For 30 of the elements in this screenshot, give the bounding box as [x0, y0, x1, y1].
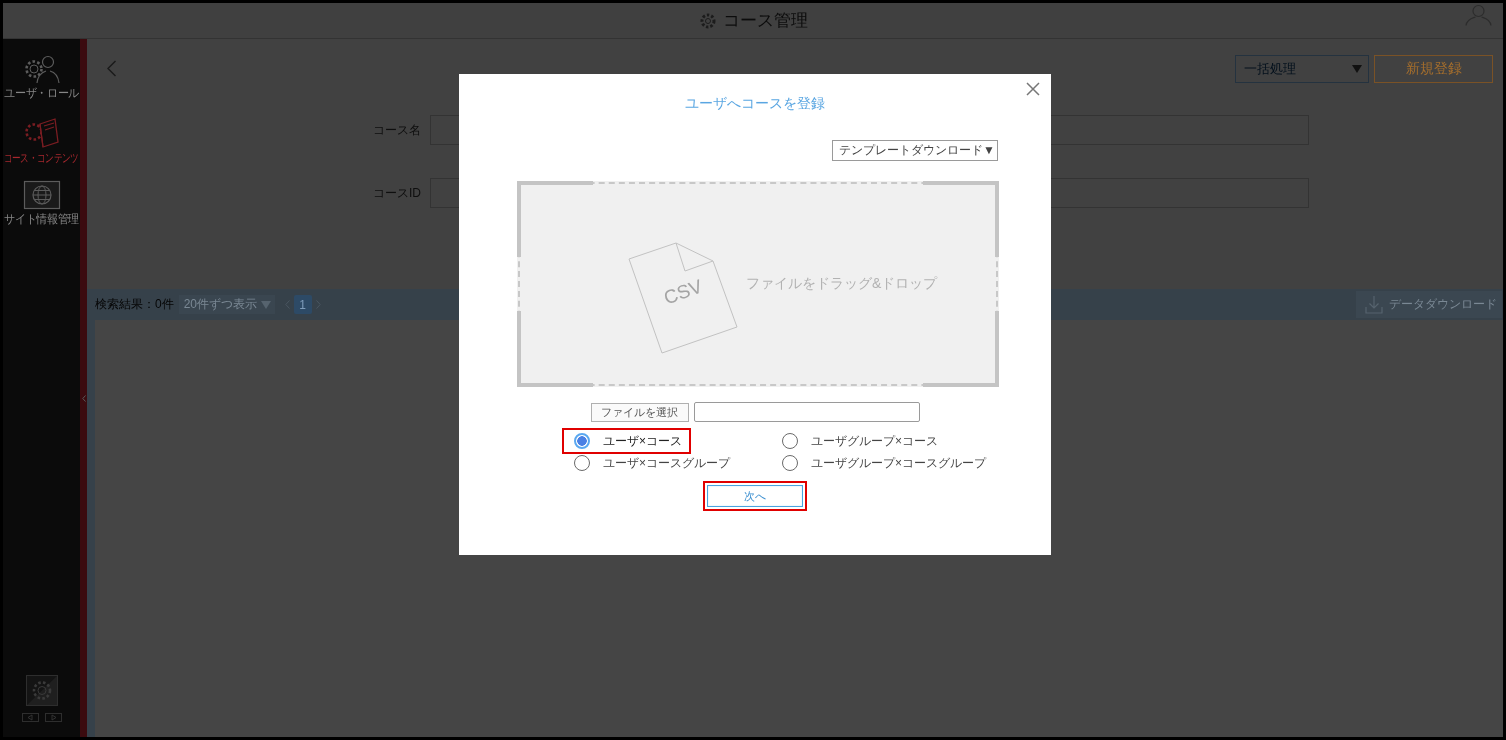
close-icon[interactable] — [1026, 82, 1040, 96]
download-icon — [1365, 295, 1383, 314]
caret-icon — [1352, 65, 1362, 73]
radio-option[interactable]: ユーザ×コース — [562, 428, 691, 454]
radio-button[interactable] — [574, 433, 590, 449]
settings-icon[interactable] — [25, 675, 58, 706]
choose-file-button[interactable]: ファイルを選択 — [590, 402, 689, 422]
page-button[interactable]: 1 — [293, 295, 312, 314]
chevron-left-icon[interactable] — [81, 394, 86, 402]
radio-button[interactable] — [574, 455, 590, 471]
radio-button[interactable] — [782, 433, 798, 449]
gear-icon — [698, 11, 717, 30]
next-button[interactable]: 次へ — [707, 485, 803, 507]
sidebar-item[interactable]: サイト情報管理 — [3, 178, 80, 241]
back-icon[interactable] — [106, 60, 117, 77]
triangle-right-icon[interactable] — [44, 713, 62, 722]
file-icon — [628, 242, 738, 354]
caret-icon — [260, 300, 271, 309]
file-type-label: CSV — [661, 276, 705, 308]
user-icon[interactable] — [1465, 4, 1492, 26]
results-count: 検索結果：0件 — [95, 296, 174, 313]
sidebar-item[interactable]: ユーザ・ロール — [3, 52, 80, 115]
file-name-field[interactable] — [693, 402, 920, 422]
triangle-left-icon[interactable] — [21, 713, 39, 722]
drop-hint: ファイルをドラッグ&ドロップ — [746, 275, 938, 293]
sidebar-item[interactable]: コース・コンテンツ — [3, 115, 80, 178]
dialog-title: ユーザへコースを登録 — [685, 94, 825, 113]
radio-button[interactable] — [782, 455, 798, 471]
globe-icon — [21, 180, 62, 210]
template-download-select[interactable]: テンプレートダウンロード▼ — [832, 140, 998, 161]
